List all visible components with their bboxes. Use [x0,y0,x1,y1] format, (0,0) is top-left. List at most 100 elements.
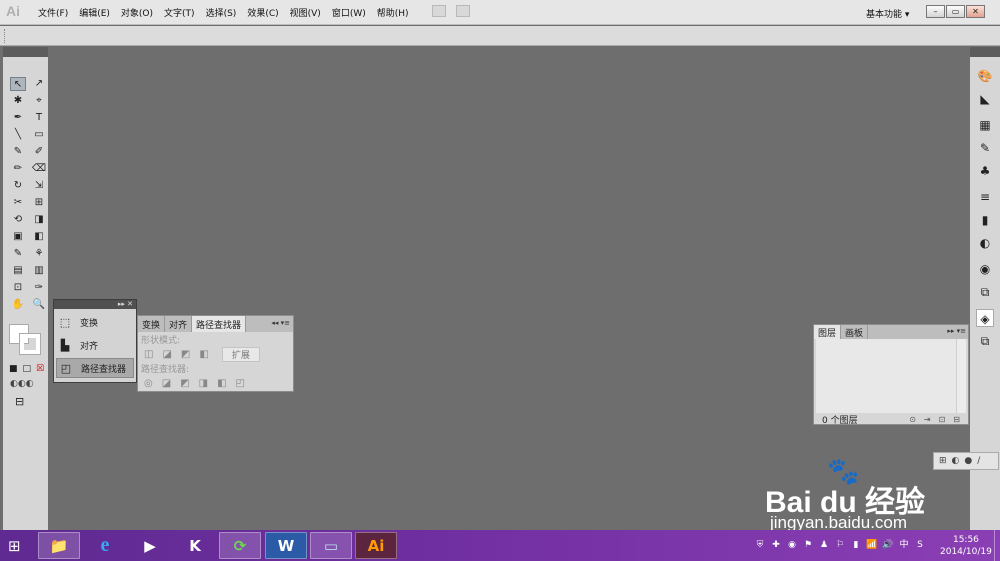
graphic-styles-icon[interactable]: ⧉ [976,283,994,301]
clock[interactable]: 15:56 2014/10/19 [940,534,992,558]
color-mode-icon[interactable]: ■ [9,364,18,374]
direct-selection-tool-icon[interactable]: ↗ [31,77,47,91]
panel-item-transform[interactable]: ⬚ 变换 [56,312,134,332]
media-icon[interactable]: ◉ [786,539,798,551]
close-button[interactable]: ✕ [966,5,985,18]
magic-wand-tool-icon[interactable]: ✱ [10,94,26,108]
menu-select[interactable]: 选择(S) [206,6,237,19]
minus-front-button[interactable]: ◪ [162,349,171,360]
menu-file[interactable]: 文件(F) [38,6,68,19]
taskbar-explorer[interactable]: 📁 [38,532,80,559]
swatches-icon[interactable]: ▦ [976,116,994,134]
menu-object[interactable]: 对象(O) [121,6,153,19]
action-center-icon[interactable]: ⚐ [834,539,846,551]
gradient-icon[interactable]: ▮ [976,211,994,229]
tab-layers[interactable]: 图层 [814,325,842,339]
menu-effect[interactable]: 效果(C) [247,6,278,19]
expand-button[interactable]: 扩展 [221,346,260,362]
artboard-tool-icon[interactable]: ⊡ [10,281,26,295]
divide-button[interactable]: ◎ [144,378,153,389]
warp-tool-icon[interactable]: ✂ [10,196,26,210]
pen-tool-icon[interactable]: ✒ [10,111,26,125]
brushes-icon[interactable]: ✎ [976,139,994,157]
symbols-icon[interactable]: ♣ [976,162,994,180]
panel-item-align[interactable]: ▙ 对齐 [56,335,134,355]
stroke-swatch[interactable] [19,333,41,355]
hand-tool-icon[interactable]: ✋ [10,298,26,312]
rotate-tool-icon[interactable]: ↻ [10,179,26,193]
flag-icon[interactable]: ⚑ [802,539,814,551]
scale-tool-icon[interactable]: ⇲ [31,179,47,193]
slash-icon[interactable]: ∕ [977,456,980,466]
tab-align[interactable]: 对齐 [165,316,193,332]
layers-menu-button[interactable]: ▸▸ ▾≡ [945,325,968,339]
tab-artboards[interactable]: 画板 [841,325,869,339]
tab-pathfinder[interactable]: 路径查找器 [192,316,247,332]
control-bar-grip[interactable] [4,29,7,43]
line-segment-tool-icon[interactable]: ╲ [10,128,26,142]
taskbar-illustrator[interactable]: Ai [355,532,397,559]
outline-button[interactable]: ◧ [217,378,226,389]
user-icon[interactable]: ♟ [818,539,830,551]
start-button[interactable]: ⊞ [8,537,28,555]
stroke-icon[interactable]: ≡ [976,188,994,206]
rectangle-tool-icon[interactable]: ▭ [31,128,47,142]
sogou-icon[interactable]: S [914,539,926,551]
merge-button[interactable]: ◩ [180,378,189,389]
gradient-tool-icon[interactable]: ◧ [31,230,47,244]
new-layer-icon[interactable]: ⊡ [939,415,946,424]
minimize-button[interactable]: – [926,5,945,18]
unite-button[interactable]: ◫ [144,349,153,360]
gradient-mode-icon[interactable]: □ [23,364,32,374]
menu-help[interactable]: 帮助(H) [377,6,409,19]
type-tool-icon[interactable]: T [31,111,47,125]
column-graph-tool-icon[interactable]: ▥ [31,264,47,278]
paintbrush-tool-icon[interactable]: ✎ [10,145,26,159]
color-guide-icon[interactable]: ◣ [976,90,994,108]
menu-edit[interactable]: 编辑(E) [79,6,110,19]
panel-item-pathfinder[interactable]: ◰ 路径查找器 [56,358,134,378]
workspace-switcher[interactable]: 基本功能 ▾ [866,4,921,21]
taskbar-word[interactable]: W [265,532,307,559]
color-icon[interactable]: 🎨 [976,67,994,85]
slice-tool-icon[interactable]: ✑ [31,281,47,295]
fill-stroke-swatch[interactable] [9,324,41,355]
taskbar-photos[interactable]: ▭ [310,532,352,559]
none-mode-icon[interactable]: ☒ [36,364,44,374]
bridge-icon[interactable] [432,5,446,17]
free-transform-tool-icon[interactable]: ⊞ [31,196,47,210]
clipping-mask-icon[interactable]: ⇥ [924,415,931,424]
zoom-tool-icon[interactable]: 🔍 [31,298,47,312]
network-icon[interactable]: 📶 [866,539,878,551]
perspective-grid-tool-icon[interactable]: ◨ [31,213,47,227]
pencil-tool-icon[interactable]: ✐ [31,145,47,159]
layers-icon[interactable]: ◈ [976,309,994,327]
layers-scrollbar[interactable] [956,339,966,413]
security-icon[interactable]: ⛨ [754,539,766,551]
shape-builder-tool-icon[interactable]: ⟲ [10,213,26,227]
eyedropper-tool-icon[interactable]: ✎ [10,247,26,261]
eraser-tool-icon[interactable]: ⌫ [31,162,47,176]
dot-icon[interactable]: ● [964,456,972,466]
intersect-button[interactable]: ◩ [181,349,190,360]
tab-transform[interactable]: 变换 [138,316,166,332]
trim-button[interactable]: ◪ [162,378,171,389]
ime-icon[interactable]: 中 [898,539,910,551]
maximize-button[interactable]: ▭ [946,5,965,18]
artboards-icon[interactable]: ⧉ [976,332,994,350]
panel-menu-button[interactable]: ◂◂ ▾≡ [268,316,293,332]
layers-list[interactable] [816,339,966,413]
mesh-tool-icon[interactable]: ▣ [10,230,26,244]
draw-mode-icons[interactable]: ◐◐◐ [10,379,48,389]
appearance-icon[interactable]: ◉ [976,260,994,278]
menu-type[interactable]: 文字(T) [164,6,195,19]
taskbar-media-player[interactable]: ▶ [129,532,171,559]
crop-button[interactable]: ◨ [199,378,208,389]
arrange-documents-icon[interactable] [456,5,470,17]
blob-brush-tool-icon[interactable]: ✏ [10,162,26,176]
screen-mode-icon[interactable]: ⊟ [15,395,48,408]
exclude-button[interactable]: ◧ [199,349,208,360]
delete-layer-icon[interactable]: ⊟ [953,415,960,424]
minus-back-button[interactable]: ◰ [236,378,245,389]
menu-view[interactable]: 视图(V) [290,6,321,19]
